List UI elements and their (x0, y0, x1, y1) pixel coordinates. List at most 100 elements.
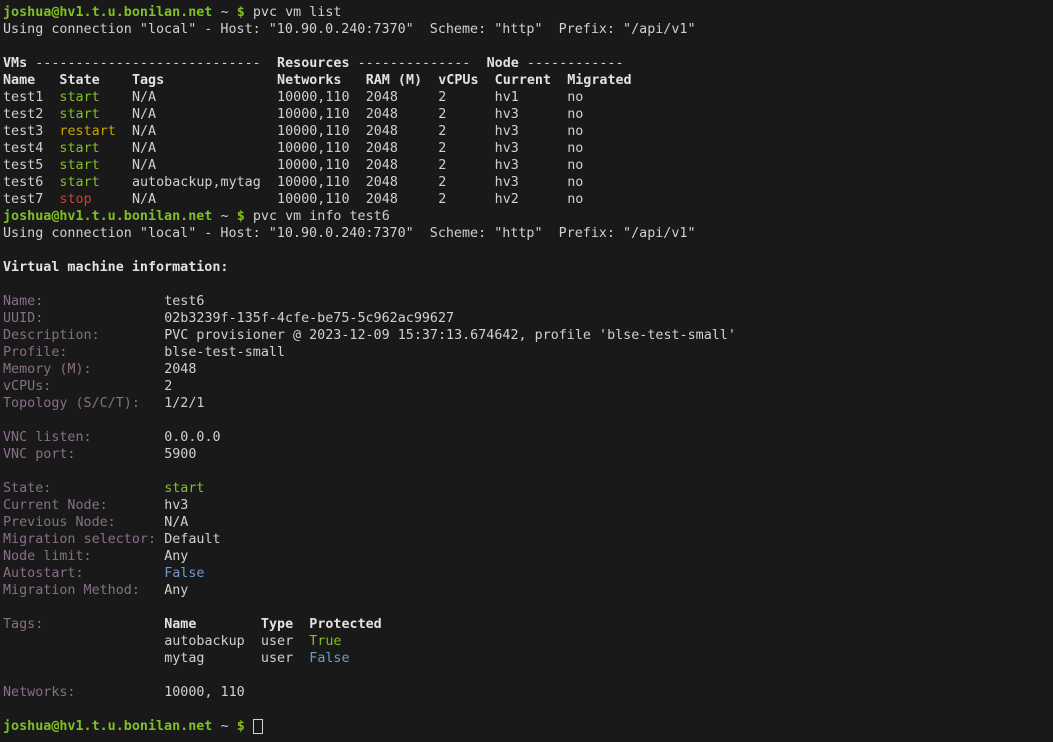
terminal-line: mytag user False (0, 650, 1053, 667)
terminal-line: vCPUs: 2 (0, 378, 1053, 395)
terminal-line: Autostart:False (0, 565, 1053, 582)
field-value: 2048 (164, 361, 196, 378)
section-header-node: Node (487, 55, 519, 72)
vm-tags: N/A (132, 106, 156, 123)
terminal-line: test3restartN/A10000,11020482hv3no (0, 123, 1053, 140)
command-text: pvc vm info test6 (253, 208, 390, 225)
vm-migrated: no (567, 191, 583, 208)
prompt-cwd: ~ (221, 718, 229, 735)
vm-networks: 10000,110 (277, 89, 349, 106)
vm-state: start (59, 106, 99, 123)
field-label: Topology (S/C/T): (3, 395, 140, 412)
vm-migrated: no (567, 174, 583, 191)
field-label: Networks: (3, 684, 75, 701)
vm-migrated: no (567, 140, 583, 157)
field-label: Name: (3, 293, 43, 310)
vm-ram: 2048 (366, 89, 398, 106)
terminal-cursor (253, 719, 263, 734)
prompt-user-host: joshua@hv1.t.u.bonilan.net (3, 718, 212, 735)
field-label: Description: (3, 327, 100, 344)
column-header-state: State (59, 72, 99, 89)
terminal-line: Topology (S/C/T):1/2/1 (0, 395, 1053, 412)
terminal-line: Using connection "local" - Host: "10.90.… (0, 21, 1053, 38)
command-text: pvc vm list (253, 4, 342, 21)
vm-name: test1 (3, 89, 43, 106)
terminal-window[interactable]: joshua@hv1.t.u.bonilan.net~$pvc vm listU… (0, 0, 1053, 742)
section-divider: ---------------------------- (35, 55, 260, 72)
terminal-line: test4startN/A10000,11020482hv3no (0, 140, 1053, 157)
vm-ram: 2048 (366, 106, 398, 123)
prompt-symbol: $ (237, 4, 245, 21)
prompt-cwd: ~ (221, 208, 229, 225)
vm-current-node: hv2 (495, 191, 519, 208)
field-value: 02b3239f-135f-4cfe-be75-5c962ac99627 (164, 310, 454, 327)
vm-current-node: hv3 (495, 123, 519, 140)
vm-current-node: hv3 (495, 174, 519, 191)
field-value: 5900 (164, 446, 196, 463)
tag-type: user (261, 650, 293, 667)
terminal-line: NameStateTagsNetworksRAM (M)vCPUsCurrent… (0, 72, 1053, 89)
section-divider: -------------- (358, 55, 471, 72)
field-label: Tags: (3, 616, 43, 633)
tag-type: user (261, 633, 293, 650)
field-label: VNC port: (3, 446, 75, 463)
prompt-symbol: $ (237, 718, 245, 735)
field-label: State: (3, 480, 51, 497)
vm-tags: N/A (132, 191, 156, 208)
vm-networks: 10000,110 (277, 157, 349, 174)
terminal-line: VNC listen:0.0.0.0 (0, 429, 1053, 446)
vm-ram: 2048 (366, 174, 398, 191)
column-header-migrated: Migrated (567, 72, 631, 89)
column-header-tags: Tags (132, 72, 164, 89)
terminal-line: test6startautobackup,mytag10000,11020482… (0, 174, 1053, 191)
terminal-line: Current Node: hv3 (0, 497, 1053, 514)
column-header-networks: Networks (277, 72, 341, 89)
terminal-line: Profile:blse-test-small (0, 344, 1053, 361)
field-value: 2 (164, 378, 172, 395)
tag-name: mytag (164, 650, 204, 667)
vm-tags: N/A (132, 157, 156, 174)
terminal-line: Tags:NameTypeProtected (0, 616, 1053, 633)
tag-protected: False (309, 650, 349, 667)
field-value: PVC provisioner @ 2023-12-09 15:37:13.67… (164, 327, 736, 344)
vm-tags: autobackup,mytag (132, 174, 261, 191)
field-label: Node limit: (3, 548, 92, 565)
field-label: Current Node: (3, 497, 108, 514)
vm-networks: 10000,110 (277, 123, 349, 140)
terminal-line: Description: PVC provisioner @ 2023-12-09… (0, 327, 1053, 344)
vm-state: restart (59, 123, 115, 140)
vm-tags: N/A (132, 89, 156, 106)
field-label: Migration Method: (3, 582, 140, 599)
vm-name: test7 (3, 191, 43, 208)
vm-state: start (164, 480, 204, 497)
field-value: Any (164, 582, 188, 599)
field-value: N/A (164, 514, 188, 531)
vm-state: start (59, 89, 99, 106)
vm-migrated: no (567, 106, 583, 123)
column-header-name: Name (3, 72, 35, 89)
vm-name: test6 (3, 174, 43, 191)
terminal-line: Using connection "local" - Host: "10.90.… (0, 225, 1053, 242)
field-label: Memory (M): (3, 361, 92, 378)
terminal-line: State: start (0, 480, 1053, 497)
vm-info-title: Virtual machine information: (3, 259, 228, 276)
terminal-line: test7stopN/A10000,11020482hv2no (0, 191, 1053, 208)
field-label: vCPUs: (3, 378, 51, 395)
vm-tags: N/A (132, 123, 156, 140)
field-value: hv3 (164, 497, 188, 514)
vm-ram: 2048 (366, 191, 398, 208)
field-label: Profile: (3, 344, 67, 361)
vm-ram: 2048 (366, 157, 398, 174)
prompt-symbol: $ (237, 208, 245, 225)
vm-ram: 2048 (366, 140, 398, 157)
vm-tags: N/A (132, 140, 156, 157)
tag-name: autobackup (164, 633, 245, 650)
column-header-vcpus: vCPUs (438, 72, 478, 89)
field-value: False (164, 565, 204, 582)
vm-networks: 10000,110 (277, 191, 349, 208)
vm-migrated: no (567, 123, 583, 140)
field-label: Previous Node: (3, 514, 116, 531)
vm-current-node: hv3 (495, 157, 519, 174)
vm-current-node: hv3 (495, 140, 519, 157)
vm-vcpus: 2 (438, 89, 446, 106)
